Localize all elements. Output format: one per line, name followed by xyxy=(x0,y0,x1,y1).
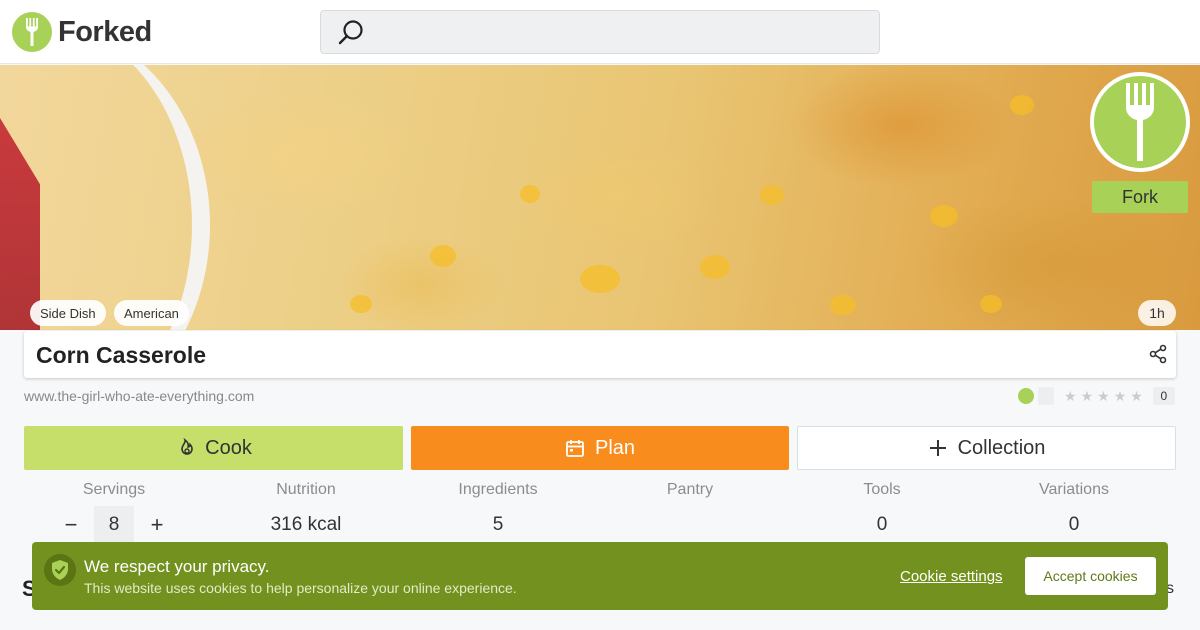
servings-label: Servings xyxy=(82,481,146,498)
collection-label: Collection xyxy=(957,436,1046,459)
cookie-settings-link[interactable]: Cookie settings xyxy=(900,568,1003,585)
plan-button[interactable]: Plan xyxy=(411,426,789,470)
cookie-subtitle: This website uses cookies to help person… xyxy=(84,580,517,596)
corn-kernel xyxy=(350,295,372,313)
collection-button[interactable]: Collection xyxy=(797,426,1176,470)
corn-kernel xyxy=(930,205,958,227)
fork-label[interactable]: Fork xyxy=(1092,181,1188,213)
star-icon[interactable]: ★ xyxy=(1130,389,1143,403)
recipe-hero-image xyxy=(0,65,1200,330)
star-icon[interactable]: ★ xyxy=(1064,389,1077,403)
time-badge: 1h xyxy=(1138,300,1176,326)
fork-logo-icon xyxy=(12,12,52,52)
recipe-title-card: Corn Casserole xyxy=(24,331,1176,378)
corn-kernel xyxy=(830,295,856,315)
cookie-title: We respect your privacy. xyxy=(84,557,270,576)
ingredients-count[interactable]: 5 xyxy=(402,514,594,536)
nutrition-value[interactable]: 316 kcal xyxy=(210,514,402,536)
rating-count: 0 xyxy=(1152,387,1175,405)
accept-cookies-button[interactable]: Accept cookies xyxy=(1025,557,1156,595)
calendar-icon xyxy=(566,440,584,457)
hero-plate-decoration xyxy=(0,65,210,330)
tools-label: Tools xyxy=(863,481,901,498)
corn-kernel xyxy=(760,185,784,205)
shield-check-icon xyxy=(44,554,76,586)
star-icon[interactable]: ★ xyxy=(1114,389,1127,403)
brand-name: Forked xyxy=(58,15,152,48)
cookie-banner: We respect your privacy. This website us… xyxy=(32,542,1168,610)
tools-count[interactable]: 0 xyxy=(786,514,978,536)
logo[interactable]: Forked xyxy=(12,12,152,52)
corn-kernel xyxy=(430,245,456,267)
corn-kernel xyxy=(700,255,730,279)
flame-icon xyxy=(181,438,193,455)
top-header: Forked xyxy=(0,0,1200,64)
rating-placeholder xyxy=(1038,387,1054,405)
rating-row[interactable]: ★ ★ ★ ★ ★ 0 xyxy=(1018,386,1175,406)
fork-button[interactable] xyxy=(1090,72,1190,172)
nutrition-label: Nutrition xyxy=(276,481,336,498)
tag-chip[interactable]: Side Dish xyxy=(30,300,106,326)
corn-kernel xyxy=(1010,95,1034,115)
pantry-label: Pantry xyxy=(666,481,714,498)
tag-chip[interactable]: American xyxy=(114,300,189,326)
servings-value[interactable]: 8 xyxy=(94,506,134,544)
corn-kernel xyxy=(580,265,620,293)
star-icon[interactable]: ★ xyxy=(1081,389,1094,403)
share-icon[interactable] xyxy=(1148,344,1168,369)
fork-icon xyxy=(1126,83,1154,161)
plan-label: Plan xyxy=(594,436,636,459)
increase-servings-button[interactable]: + xyxy=(142,512,172,538)
ingredients-label: Ingredients xyxy=(458,481,538,498)
search-input[interactable] xyxy=(320,10,880,54)
cook-button[interactable]: Cook xyxy=(24,426,403,470)
leaf-icon xyxy=(1018,388,1034,404)
corn-kernel xyxy=(520,185,540,203)
variations-count[interactable]: 0 xyxy=(978,514,1170,536)
plus-icon xyxy=(929,440,946,456)
search-icon xyxy=(337,19,365,52)
recipe-source-link[interactable]: www.the-girl-who-ate-everything.com xyxy=(24,388,254,404)
corn-kernel xyxy=(980,295,1002,313)
star-icon[interactable]: ★ xyxy=(1097,389,1110,403)
decrease-servings-button[interactable]: − xyxy=(56,512,86,538)
recipe-title: Corn Casserole xyxy=(36,342,207,368)
cook-label: Cook xyxy=(205,436,252,459)
servings-stepper[interactable]: − 8 + xyxy=(56,506,172,544)
variations-label: Variations xyxy=(1039,481,1109,498)
